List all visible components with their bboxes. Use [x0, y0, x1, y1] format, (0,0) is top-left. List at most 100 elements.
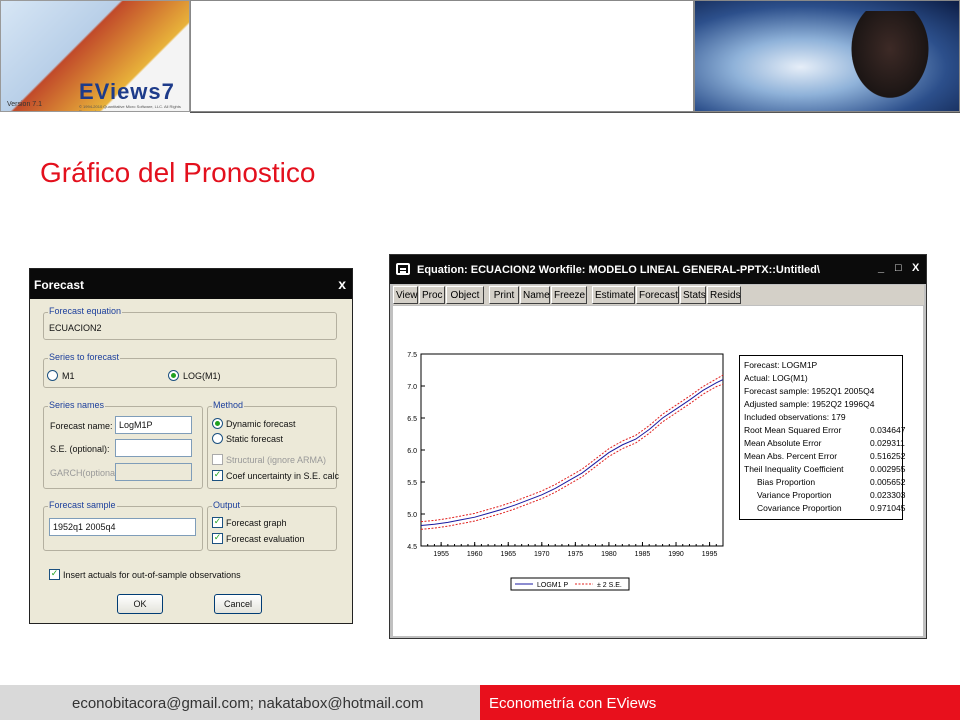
stat-label: Covariance Proportion: [757, 503, 842, 513]
angel-figure: [845, 11, 935, 106]
stat-value: 0.023303: [870, 490, 906, 500]
window-menu-icon[interactable]: [396, 263, 410, 275]
forecast-sample-group: Forecast sample 1952q1 2005q4: [43, 500, 203, 551]
y-tick-label: 5.0: [407, 512, 417, 519]
output-group: Output ✓ Forecast graph ✓ Forecast evalu…: [207, 500, 337, 551]
name-button[interactable]: Name: [520, 286, 550, 304]
forecast-sample-input[interactable]: 1952q1 2005q4: [49, 518, 196, 536]
se-label: S.E. (optional):: [50, 444, 110, 454]
stat-value: 0.029311: [870, 438, 905, 448]
estimate-button[interactable]: Estimate: [592, 286, 635, 304]
forecast-graph-checkbox[interactable]: ✓: [212, 517, 223, 528]
header-sky-image: [694, 0, 960, 112]
series-m1-label: M1: [62, 371, 75, 381]
structural-checkbox[interactable]: [212, 454, 223, 465]
page-title: Gráfico del Pronostico: [40, 157, 316, 188]
series-logm1-radio[interactable]: [168, 370, 179, 381]
method-group: Method Dynamic forecast Static forecast …: [207, 400, 340, 489]
forecast-equation-label: Forecast equation: [48, 306, 123, 316]
insert-actuals-checkbox[interactable]: ✓: [49, 569, 60, 580]
x-tick-label: 1995: [702, 551, 718, 558]
x-tick-label: 1955: [433, 551, 449, 558]
freeze-button[interactable]: Freeze: [551, 286, 587, 304]
stat-value: 0.516252: [870, 451, 906, 461]
x-tick-label: 1980: [601, 551, 617, 558]
garch-label: GARCH(optional):: [50, 468, 123, 478]
y-tick-label: 5.5: [407, 480, 417, 487]
method-label: Method: [212, 400, 245, 410]
coef-uncertainty-label: Coef uncertainty in S.E. calc: [226, 471, 340, 481]
object-button[interactable]: Object: [446, 286, 484, 304]
view-button[interactable]: View: [393, 286, 418, 304]
y-tick-label: 7.0: [407, 384, 417, 391]
equation-window: Equation: ECUACION2 Workfile: MODELO LIN…: [389, 254, 927, 639]
stat-label: Included observations: 179: [744, 412, 846, 422]
proc-button[interactable]: Proc: [419, 286, 445, 304]
forecast-button[interactable]: Forecast: [636, 286, 679, 304]
structural-label: Structural (ignore ARMA): [226, 455, 327, 465]
stat-value: 0.002955: [870, 464, 906, 474]
minimize-icon[interactable]: _: [878, 262, 884, 274]
stat-label: Variance Proportion: [757, 490, 832, 500]
dynamic-forecast-label: Dynamic forecast: [226, 419, 296, 429]
footer-emails: econobitacora@gmail.com; nakatabox@hotma…: [72, 695, 424, 712]
cancel-button[interactable]: Cancel: [214, 594, 262, 614]
eviews-copyright: © 1994-2010 Quantitative Micro Software,…: [79, 104, 181, 112]
x-tick-label: 1990: [668, 551, 684, 558]
forecast-evaluation-table: Forecast: LOGM1P Actual: LOG(M1) Forecast …: [739, 355, 906, 520]
header-divider: [190, 112, 960, 113]
plot-frame: [420, 353, 724, 547]
stat-label: Actual: LOG(M1): [744, 373, 808, 383]
stat-label: Forecast sample: 1952Q1 2005Q4: [744, 386, 875, 396]
dynamic-forecast-radio[interactable]: [212, 418, 223, 429]
ok-button[interactable]: OK: [117, 594, 163, 614]
series-logm1-label: LOG(M1): [183, 371, 221, 381]
x-tick-label: 1965: [500, 551, 516, 558]
eviews-version: Version 7.1: [7, 101, 43, 108]
se-input[interactable]: [115, 439, 192, 457]
series-m1-radio[interactable]: [47, 370, 58, 381]
maximize-icon[interactable]: □: [895, 262, 902, 274]
series-to-forecast-group: Series to forecast M1 LOG(M1): [43, 352, 337, 388]
series-names-group: Series names Forecast name: LogM1P S.E. …: [43, 400, 203, 489]
stat-label: Bias Proportion: [757, 477, 816, 487]
forecast-equation-group: Forecast equation ECUACION2: [43, 306, 337, 340]
x-tick-label: 1975: [568, 551, 584, 558]
stat-value: 0.005652: [870, 477, 906, 487]
x-tick-label: 1985: [635, 551, 651, 558]
forecast-output-area: 4.5 5.0 5.5 6.0 6.5 7.0 7.5 1955 1960 1965 1970 197…: [393, 306, 923, 636]
forecast-equation-value: ECUACION2: [49, 323, 102, 333]
stat-value: 0.034647: [870, 425, 906, 435]
stat-label: Theil Inequality Coefficient: [744, 464, 844, 474]
x-tick-label: 1960: [467, 551, 483, 558]
forecast-graph-label: Forecast graph: [226, 518, 287, 528]
output-label: Output: [212, 500, 242, 510]
stats-button[interactable]: Stats: [680, 286, 706, 304]
equation-toolbar: View Proc Object Print Name Freeze Estim…: [393, 285, 924, 305]
coef-uncertainty-checkbox[interactable]: ✓: [212, 470, 223, 481]
resids-button[interactable]: Resids: [707, 286, 741, 304]
forecast-evaluation-label: Forecast evaluation: [226, 534, 305, 544]
stat-label: Forecast: LOGM1P: [744, 360, 818, 370]
print-button[interactable]: Print: [489, 286, 519, 304]
static-forecast-radio[interactable]: [212, 433, 223, 444]
forecast-evaluation-checkbox[interactable]: ✓: [212, 533, 223, 544]
forecast-dialog-title: Forecast: [30, 269, 352, 299]
y-tick-label: 4.5: [407, 544, 417, 551]
static-forecast-label: Static forecast: [226, 434, 284, 444]
close-window-icon[interactable]: X: [912, 262, 919, 274]
forecast-sample-label: Forecast sample: [48, 500, 117, 510]
series-names-label: Series names: [48, 400, 106, 410]
stat-label: Adjusted sample: 1952Q2 1996Q4: [744, 399, 875, 409]
stat-label: Root Mean Squared Error: [744, 425, 842, 435]
garch-input[interactable]: [115, 463, 192, 481]
eviews-brand: EViews7: [79, 79, 175, 104]
header-blank-panel: [190, 0, 694, 112]
forecast-name-input[interactable]: LogM1P: [115, 416, 192, 434]
eviews-logo: EViews7 Version 7.1 © 1994-2010 Quantita…: [0, 0, 190, 112]
y-tick-label: 6.0: [407, 448, 417, 455]
equation-window-title: Equation: ECUACION2 Workfile: MODELO LIN…: [390, 255, 926, 284]
stat-value: 0.971045: [870, 503, 906, 513]
close-icon[interactable]: x: [338, 276, 346, 292]
stat-label: Mean Absolute Error: [744, 438, 822, 448]
